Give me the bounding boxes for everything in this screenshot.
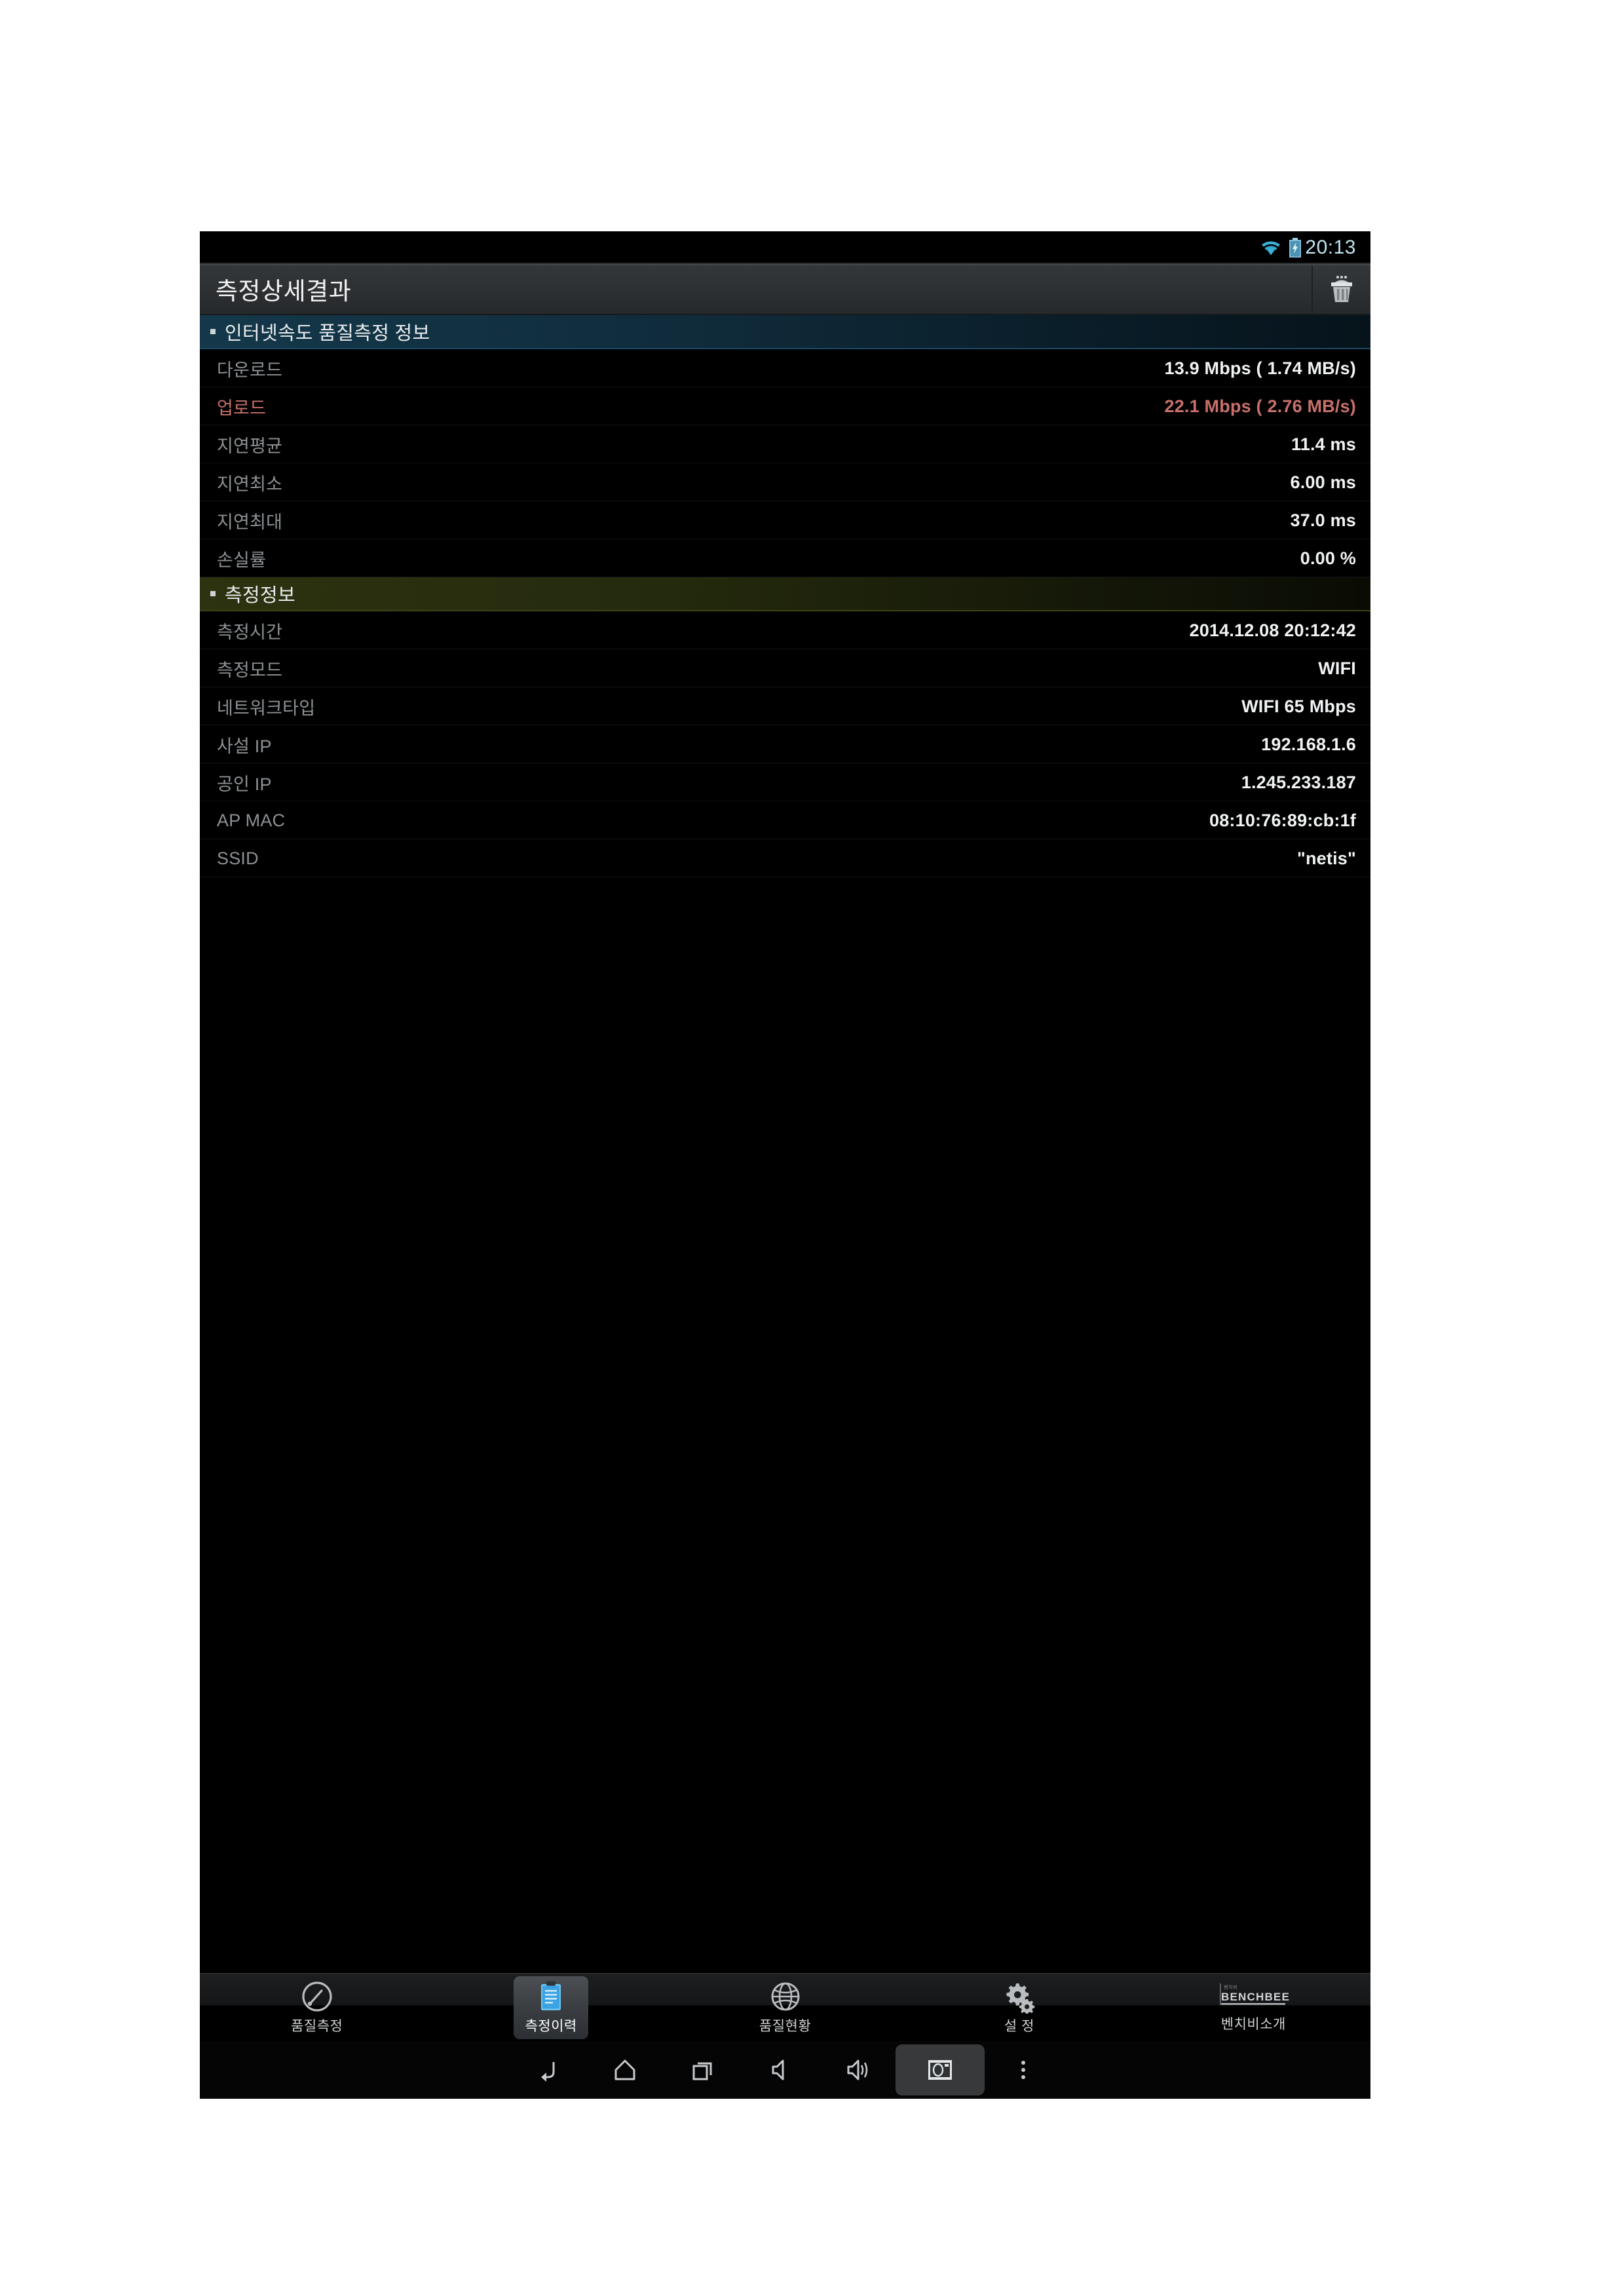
table-row: 지연평균 11.4 ms	[200, 425, 1370, 463]
table-row: 업로드 22.1 Mbps ( 2.76 MB/s)	[200, 387, 1370, 425]
row-value: 08:10:76:89:cb:1f	[1209, 810, 1356, 830]
nav-button-volume-down[interactable]	[741, 2046, 818, 2094]
table-row: 사설 IP 192.168.1.6	[200, 725, 1370, 763]
row-label: 지연최소	[217, 474, 283, 494]
tab-settings[interactable]: 설 정	[902, 1974, 1136, 2041]
system-nav-bar	[200, 2041, 1370, 2099]
row-label: 지연평균	[217, 436, 283, 456]
row-label: 네트워크타입	[217, 698, 316, 718]
nav-button-volume-up[interactable]	[818, 2046, 896, 2094]
svg-text:BENCHBEE: BENCHBEE	[1221, 1991, 1290, 2003]
nav-button-menu[interactable]	[985, 2046, 1062, 2094]
row-value: 11.4 ms	[1291, 434, 1356, 454]
tab-label: 측정이력	[525, 2019, 577, 2034]
wifi-icon	[1260, 239, 1282, 256]
table-row: 공인 IP 1.245.233.187	[200, 763, 1370, 801]
table-row: 측정시간 2014.12.08 20:12:42	[200, 611, 1370, 649]
status-bar-icons	[1260, 238, 1302, 258]
device-screen: 20:13 측정상세결과 인터넷속도 품질측정 정보 다운로드 13.9 Mbp…	[200, 231, 1370, 2099]
detail-list[interactable]: 인터넷속도 품질측정 정보 다운로드 13.9 Mbps ( 1.74 MB/s…	[200, 315, 1370, 1973]
row-value: 2014.12.08 20:12:42	[1189, 620, 1356, 640]
home-icon	[611, 2056, 639, 2084]
row-value: 13.9 Mbps ( 1.74 MB/s)	[1164, 358, 1356, 378]
page-title: 측정상세결과	[216, 278, 352, 305]
nav-button-screenshot[interactable]	[895, 2044, 985, 2095]
delete-button[interactable]	[1312, 264, 1370, 314]
section-header-internet-speed-quality: 인터넷속도 품질측정 정보	[200, 315, 1370, 349]
title-bar: 측정상세결과	[200, 264, 1370, 315]
table-row: SSID "netis"	[200, 839, 1370, 877]
row-label: 측정시간	[217, 622, 283, 642]
nav-button-back[interactable]	[509, 2046, 586, 2094]
section-title: 측정정보	[225, 585, 295, 606]
table-row: 지연최대 37.0 ms	[200, 501, 1370, 539]
clipboard-icon	[534, 1980, 568, 2014]
table-row: 네트워크타입 WIFI 65 Mbps	[200, 687, 1370, 725]
camera-icon	[924, 2056, 956, 2084]
status-bar-clock: 20:13	[1305, 237, 1356, 258]
tab-quality-status[interactable]: 품질현황	[668, 1974, 902, 2041]
row-value: 192.168.1.6	[1261, 734, 1356, 754]
row-value: WIFI 65 Mbps	[1241, 696, 1356, 716]
trash-icon	[1329, 275, 1354, 303]
bullet-icon	[210, 591, 216, 596]
row-value: 0.00 %	[1300, 548, 1356, 568]
title-bar-actions	[1312, 264, 1370, 314]
section-title: 인터넷속도 품질측정 정보	[225, 323, 430, 344]
overflow-menu-icon	[1009, 2056, 1038, 2084]
table-row: 지연최소 6.00 ms	[200, 463, 1370, 501]
bullet-icon	[210, 329, 216, 334]
table-row: 다운로드 13.9 Mbps ( 1.74 MB/s)	[200, 349, 1370, 387]
tab-measure-history[interactable]: 측정이력	[434, 1974, 668, 2041]
recents-icon	[688, 2056, 717, 2084]
nav-button-recents[interactable]	[664, 2046, 741, 2094]
battery-charging-icon	[1288, 238, 1302, 258]
nav-button-home[interactable]	[586, 2046, 664, 2094]
gears-icon	[1002, 1980, 1036, 2014]
row-label: 지연최대	[217, 512, 283, 532]
row-label: 다운로드	[217, 360, 283, 380]
svg-text:벤치비: 벤치비	[1224, 1984, 1237, 1990]
row-value: 1.245.233.187	[1241, 772, 1356, 792]
volume-up-icon	[842, 2056, 871, 2084]
tab-about-benchbee[interactable]: 벤치비 BENCHBEE 벤치비소개	[1137, 1974, 1370, 2041]
row-value: 22.1 Mbps ( 2.76 MB/s)	[1164, 396, 1356, 416]
row-value: "netis"	[1296, 848, 1356, 868]
row-label: 손실률	[217, 550, 267, 570]
speedometer-icon	[300, 1980, 334, 2014]
row-label: 측정모드	[217, 660, 283, 680]
row-label: SSID	[217, 848, 259, 868]
back-arrow-icon	[533, 2056, 562, 2084]
tab-label: 벤치비소개	[1220, 2017, 1286, 2032]
status-bar: 20:13	[200, 231, 1370, 264]
tab-label: 품질측정	[291, 2019, 343, 2034]
volume-down-icon	[765, 2056, 794, 2084]
tab-label: 설 정	[1004, 2019, 1034, 2034]
bottom-tab-bar: 품질측정 측정이력 품질현황 설 정 벤치비 BENCHBEE 벤치비소개	[200, 1973, 1370, 2041]
row-label: 사설 IP	[217, 736, 272, 756]
row-value: 37.0 ms	[1290, 510, 1356, 530]
table-row: 손실률 0.00 %	[200, 539, 1370, 577]
tab-label: 품질현황	[759, 2019, 812, 2034]
row-label: 업로드	[217, 398, 267, 418]
row-value: WIFI	[1318, 658, 1356, 678]
benchbee-logo-icon: 벤치비 BENCHBEE	[1215, 1981, 1292, 2012]
row-value: 6.00 ms	[1290, 472, 1356, 492]
table-row: 측정모드 WIFI	[200, 649, 1370, 687]
row-label: 공인 IP	[217, 774, 272, 794]
row-label: AP MAC	[217, 810, 286, 830]
section-header-measurement-info: 측정정보	[200, 577, 1370, 611]
globe-icon	[768, 1980, 803, 2014]
table-row: AP MAC 08:10:76:89:cb:1f	[200, 801, 1370, 839]
tab-quality-measure[interactable]: 품질측정	[200, 1974, 434, 2041]
